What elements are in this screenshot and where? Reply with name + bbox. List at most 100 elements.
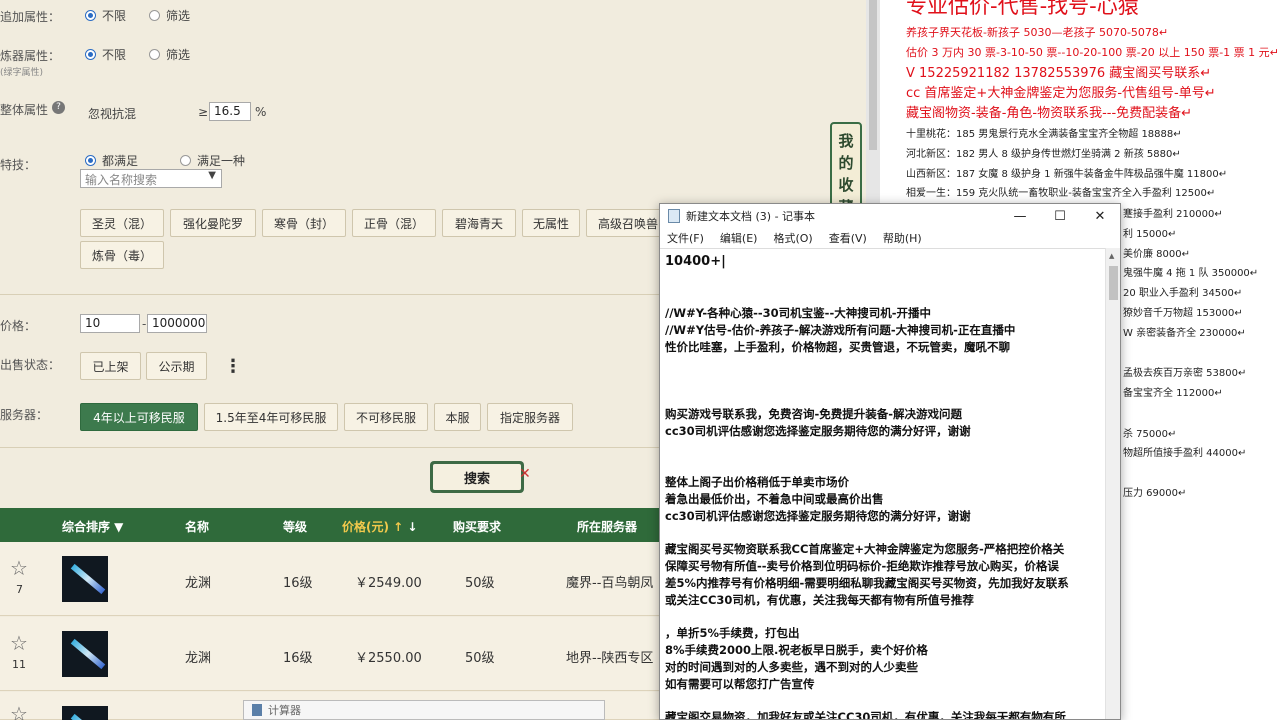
notepad-titlebar[interactable]: 新建文本文档 (3) - 记事本 — ☐ ✕	[660, 204, 1120, 228]
server-option-button[interactable]: 4年以上可移民服	[80, 403, 198, 431]
menu-edit[interactable]: 编辑(E)	[720, 230, 758, 246]
server-option-button[interactable]: 不可移民服	[344, 403, 428, 431]
notes-listing-line: 十里桃花：185 男鬼景行克水全满装备宝宝齐全物超 18888↵	[906, 129, 1182, 140]
scrollbar-thumb[interactable]	[1109, 266, 1118, 300]
calculator-icon	[252, 704, 262, 716]
fav-count: 7	[16, 583, 23, 596]
server-option-button[interactable]: 指定服务器	[487, 403, 573, 431]
menu-format[interactable]: 格式(O)	[773, 230, 812, 246]
menu-file[interactable]: 文件(F)	[667, 230, 704, 246]
refine-attr-sublabel: (绿字属性)	[0, 68, 44, 78]
price-sort-header[interactable]: 价格(元) ↑ ↓	[342, 518, 417, 535]
text-line: 购买游戏号联系我，免费咨询-免费提升装备-解决游戏问题	[665, 407, 963, 421]
server-label: 服务器：	[0, 408, 49, 422]
item-requirement: 50级	[465, 651, 495, 666]
minimize-icon[interactable]: —	[1000, 209, 1040, 224]
overall-attr-value-input[interactable]: 16.5	[209, 102, 251, 121]
notepad-window[interactable]: 新建文本文档 (3) - 记事本 — ☐ ✕ 文件(F) 编辑(E) 格式(O)…	[659, 203, 1121, 720]
close-icon[interactable]: ✕	[1080, 209, 1120, 224]
more-options-icon[interactable]: ⋮	[224, 356, 242, 377]
radio-checked-icon	[85, 155, 96, 166]
skill-any-radio[interactable]: 满足一种	[180, 152, 245, 169]
skill-tag-button[interactable]: 无属性	[522, 209, 580, 237]
notes-headline: 专业估价-代售-找号-心猿	[906, 0, 1139, 18]
maximize-icon[interactable]: ☐	[1040, 209, 1080, 224]
skill-search-input[interactable]: 输入名称搜索 ▼	[80, 169, 222, 188]
text-line: cc30司机评估感谢您选择鉴定服务期待您的满分好评，谢谢	[665, 509, 971, 523]
overall-attr-op: ≥	[198, 105, 209, 119]
scrollbar-thumb[interactable]	[869, 0, 877, 150]
skill-tag-button[interactable]: 碧海青天	[442, 209, 516, 237]
item-price: ￥2549.00	[355, 576, 422, 591]
fav-count: 11	[12, 658, 26, 671]
item-server: 地界--陕西专区	[566, 651, 654, 666]
skill-tag-button[interactable]: 圣灵（混）	[80, 209, 164, 237]
notepad-app-icon	[668, 209, 680, 223]
notes-listing-line: 河北新区：182 男人 8 级护身传世燃灯坐骑满 2 新孩 5880↵	[906, 149, 1181, 160]
text-line: 差5%内推荐号有价格明细-需要明细私聊我藏宝阁买号买物资，先加我好友联系	[665, 576, 1069, 590]
extra-attr-filter-radio[interactable]: 筛选	[149, 7, 190, 24]
notes-listing-line: W 亲密装备齐全 230000↵	[1123, 328, 1246, 339]
overall-attr-unit: %	[255, 105, 267, 119]
skill-tag-button[interactable]: 炼骨（毒）	[80, 241, 164, 269]
text-line: //W#Y-各种心猿--30司机宝鉴--大神搜司机-开播中	[665, 306, 931, 320]
item-thumbnail[interactable]	[62, 706, 108, 720]
notes-red-line: V 15225921182 13782553976 藏宝阁买号联系↵	[906, 66, 1212, 81]
skill-tag-button[interactable]: 正骨（混）	[352, 209, 436, 237]
menu-view[interactable]: 查看(V)	[829, 230, 867, 246]
search-button[interactable]: 搜索	[430, 461, 524, 493]
calculator-window[interactable]: 计算器	[243, 700, 605, 720]
menu-help[interactable]: 帮助(H)	[883, 230, 922, 246]
item-price: ￥2550.00	[355, 651, 422, 666]
text-line: 10400+|	[665, 254, 726, 269]
item-thumbnail[interactable]	[62, 631, 108, 677]
notepad-text-area[interactable]: 10400+| //W#Y-各种心猿--30司机宝鉴--大神搜司机-开播中 //…	[660, 248, 1106, 719]
text-line: //W#Y估号-估价-养孩子-解决游戏所有问题-大神搜司机-正在直播中	[665, 323, 1016, 337]
refine-attr-filter-radio[interactable]: 筛选	[149, 46, 190, 63]
scroll-up-icon[interactable]: ▲	[1109, 252, 1114, 260]
notes-red-line: 藏宝阁物资-装备-角色-物资联系我---免费配装备↵	[906, 106, 1193, 121]
help-icon[interactable]: ?	[52, 101, 65, 114]
chevron-down-icon: ▼	[208, 170, 216, 181]
item-level: 16级	[283, 651, 313, 666]
notes-red-line: 估价 3 万内 30 票-3-10-50 票--10-20-100 票-20 以…	[906, 46, 1279, 59]
server-option-button[interactable]: 1.5年至4年可移民服	[204, 403, 338, 431]
server-option-button[interactable]: 本服	[434, 403, 481, 431]
notes-listing-line: 20 职业入手盈利 34500↵	[1123, 288, 1243, 299]
skill-label: 特技：	[0, 158, 37, 172]
requirement-header: 购买要求	[453, 520, 502, 534]
notes-listing-line: 相爱一生：159 克火队统一畜牧职业-装备宝宝齐全入手盈利 12500↵	[906, 188, 1216, 199]
refine-attr-unlimited-radio[interactable]: 不限	[85, 46, 126, 63]
price-range-dash: -	[142, 317, 147, 331]
extra-attr-unlimited-radio[interactable]: 不限	[85, 7, 126, 24]
text-line: 对的时间遇到对的人多卖些，遇不到对的人少卖些	[665, 660, 918, 674]
item-thumbnail[interactable]	[62, 556, 108, 602]
notice-period-button[interactable]: 公示期	[146, 352, 207, 380]
text-line: 藏宝阁交易物资，加我好友或关注CC30司机，有优惠，关注我每天都有物有所	[665, 710, 1066, 719]
price-max-input[interactable]: 1000000	[147, 314, 207, 333]
skill-tag-button[interactable]: 强化曼陀罗	[170, 209, 256, 237]
price-min-input[interactable]: 10	[80, 314, 140, 333]
star-icon[interactable]: ☆	[10, 631, 28, 655]
text-line: 或关注CC30司机，有优惠，关注我每天都有物有所值号推荐	[665, 593, 974, 607]
text-line: 性价比哇塞，上手盈利，价格物超，买贵管退，不玩管卖，魔吼不聊	[665, 340, 1010, 354]
notes-listing-line: 蹇接手盈利 210000↵	[1123, 209, 1223, 220]
star-icon[interactable]: ☆	[10, 556, 28, 580]
skill-tag-button[interactable]: 寒骨（封）	[262, 209, 346, 237]
item-server: 魔界--百鸟朝凤	[566, 576, 654, 591]
notepad-title: 新建文本文档 (3) - 记事本	[686, 210, 816, 223]
text-line: 保障买号物有所值--卖号价格到位明码标价-拒绝欺诈推荐号放心购买，价格误	[665, 559, 1059, 573]
notepad-scrollbar[interactable]: ▲	[1105, 248, 1120, 719]
notes-listing-line: 杀 75000↵	[1123, 429, 1177, 440]
text-line: 如有需要可以帮您打广告宣传	[665, 677, 815, 691]
sort-composite-header[interactable]: 综合排序 ▼	[62, 518, 123, 535]
listed-button[interactable]: 已上架	[80, 352, 141, 380]
server-header: 所在服务器	[577, 520, 638, 534]
skill-tag-button[interactable]: 高级召唤兽	[586, 209, 666, 237]
my-favorites-tab[interactable]: 我的收藏	[830, 122, 862, 208]
star-icon[interactable]: ☆	[10, 702, 28, 720]
notepad-menubar: 文件(F) 编辑(E) 格式(O) 查看(V) 帮助(H)	[660, 228, 1120, 248]
notes-listing-line: 利 15000↵	[1123, 229, 1177, 240]
notes-listing-line: 獠妙音千万物超 153000↵	[1123, 308, 1243, 319]
skill-all-radio[interactable]: 都满足	[85, 152, 138, 169]
